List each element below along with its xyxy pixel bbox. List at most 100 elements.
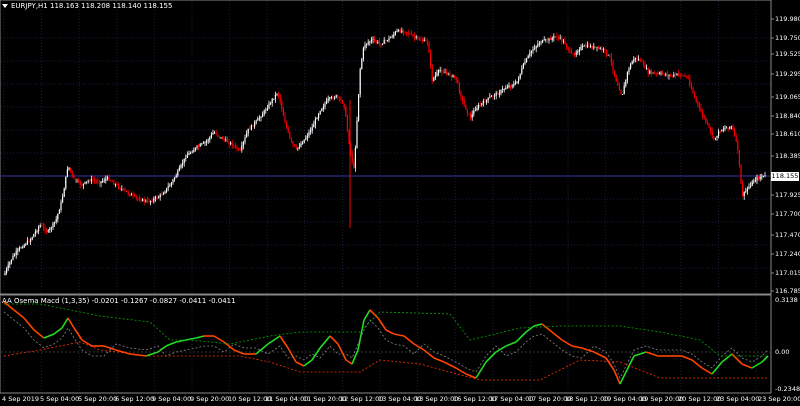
candle-body xyxy=(391,36,393,38)
candle-body xyxy=(479,105,481,106)
candle-body xyxy=(201,143,203,145)
candle-body xyxy=(271,99,273,103)
candle-body xyxy=(750,185,752,187)
candle-body xyxy=(295,146,297,149)
candle-body xyxy=(418,38,420,41)
candle-body xyxy=(521,68,523,74)
candle-body xyxy=(495,92,497,96)
candle-body xyxy=(162,193,164,195)
time-tick-label: 23 Sep 04:00 xyxy=(716,395,760,403)
candle-body xyxy=(321,108,323,111)
price-tick-label: 119.065 xyxy=(775,93,800,101)
candle-body xyxy=(74,178,76,182)
candle-body xyxy=(668,74,670,76)
candle-body xyxy=(455,77,457,80)
candle-body xyxy=(212,133,214,135)
candle-body xyxy=(682,75,684,77)
candle-body xyxy=(503,89,505,90)
candle-body xyxy=(524,62,526,64)
candle-body xyxy=(314,119,316,125)
candle-body xyxy=(249,128,251,130)
candle-body xyxy=(220,137,222,138)
candle-body xyxy=(150,201,152,203)
candle-body xyxy=(468,113,470,115)
candle-body xyxy=(306,135,308,138)
candle-body xyxy=(100,181,102,184)
candle-body xyxy=(185,157,187,159)
candle-body xyxy=(63,188,65,197)
candle-body xyxy=(481,103,483,105)
candle-body xyxy=(68,167,70,170)
candle-body xyxy=(519,73,521,79)
time-tick-label: 11 Sep 04:00 xyxy=(265,395,309,403)
candle-body xyxy=(302,143,304,144)
candle-body xyxy=(535,46,537,49)
candle-body xyxy=(558,37,560,39)
candle-body xyxy=(366,43,368,45)
candle-body xyxy=(540,42,542,44)
candle-body xyxy=(666,74,668,76)
candle-body xyxy=(58,209,60,214)
price-tick-label: 118.840 xyxy=(775,112,800,120)
candle-body xyxy=(673,74,675,77)
candle-body xyxy=(138,198,140,201)
mt4-chart-window[interactable]: EURJPY,H1 118.163 118.208 118.140 118.15… xyxy=(0,0,800,406)
candle-body xyxy=(22,247,24,249)
candle-body xyxy=(647,68,649,74)
candle-body xyxy=(719,131,721,132)
candle-body xyxy=(278,94,280,96)
candle-body xyxy=(180,164,182,168)
candle-body xyxy=(598,46,600,49)
candle-body xyxy=(689,78,691,85)
candle-body xyxy=(538,43,540,45)
candle-body xyxy=(190,152,192,154)
candle-body xyxy=(446,72,448,74)
dropdown-triangle-icon[interactable] xyxy=(2,4,8,8)
candle-body xyxy=(6,268,8,273)
candle-body xyxy=(14,254,16,256)
candle-body xyxy=(364,45,366,48)
candle-body xyxy=(452,75,454,78)
candle-body xyxy=(500,90,502,94)
candle-body xyxy=(505,88,507,90)
candle-body xyxy=(663,74,665,75)
candle-body xyxy=(303,139,305,143)
macd-line-segment xyxy=(751,361,763,369)
candle-body xyxy=(513,84,515,86)
candle-body xyxy=(263,110,265,115)
candle-body xyxy=(268,103,270,109)
candle-body xyxy=(607,54,609,56)
candle-body xyxy=(158,197,160,199)
candle-body xyxy=(534,48,536,50)
candle-body xyxy=(209,137,211,140)
candle-body xyxy=(441,70,443,73)
chart-canvas[interactable] xyxy=(0,0,800,406)
candle-body xyxy=(529,52,531,56)
candle-body xyxy=(471,113,473,118)
macd-line-segment xyxy=(103,345,117,351)
candle-body xyxy=(161,194,163,196)
candle-body xyxy=(353,161,355,168)
candle-body xyxy=(644,63,646,69)
candle-body xyxy=(641,60,643,62)
time-tick-label: 9 Sep 20:00 xyxy=(190,395,230,403)
candle-body xyxy=(727,127,729,129)
candle-body xyxy=(342,100,344,104)
candle-body xyxy=(415,36,417,38)
candle-body xyxy=(567,47,569,51)
candle-body xyxy=(250,125,252,130)
time-tick-label: 19 Sep 20:00 xyxy=(640,395,684,403)
candle-body xyxy=(337,95,339,98)
candle-body xyxy=(199,144,201,147)
macd-line-segment xyxy=(515,331,527,343)
candle-body xyxy=(145,200,147,202)
macd-line-segment xyxy=(279,335,289,349)
candle-body xyxy=(70,167,72,172)
candle-body xyxy=(374,39,376,41)
candle-body xyxy=(532,49,534,52)
candle-body xyxy=(393,34,395,37)
candle-body xyxy=(233,145,235,147)
candle-body xyxy=(10,259,12,263)
macd-line-segment xyxy=(613,369,621,385)
candle-body xyxy=(679,74,681,75)
